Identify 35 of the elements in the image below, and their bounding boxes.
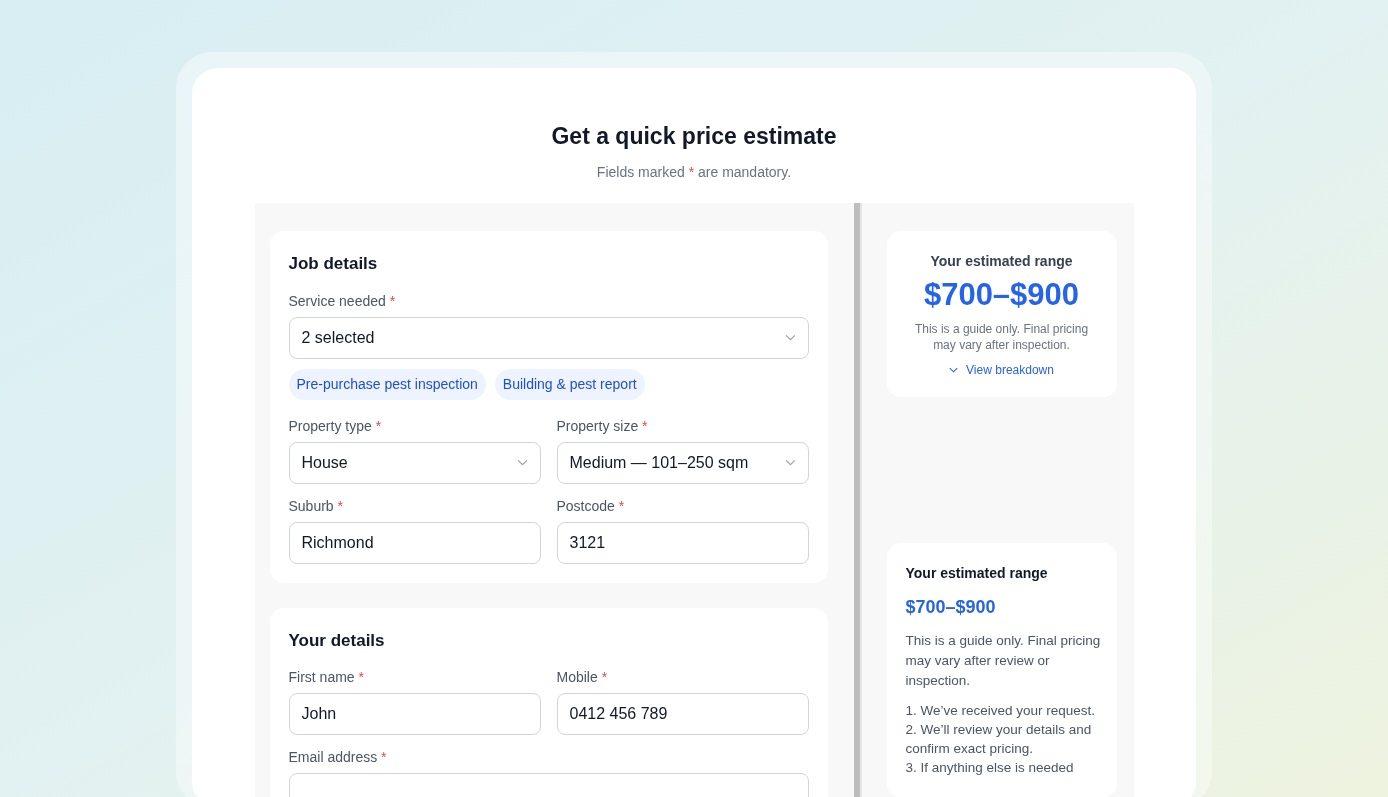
dropdown-field[interactable]: 2 selected bbox=[288, 316, 809, 359]
chevron-down-icon bbox=[784, 459, 796, 466]
step-text: 1. We’ve received your request. bbox=[905, 702, 1097, 720]
card-heading: Your estimated range bbox=[905, 564, 1049, 583]
step-text: 2. We’ll review your details and confirm exact pricing. bbox=[905, 721, 1093, 758]
field-label: Postcode * bbox=[556, 496, 626, 516]
chevron-down-icon bbox=[784, 334, 796, 341]
section-title: Your details bbox=[288, 629, 386, 652]
dropdown-field[interactable]: Medium — 101–250 sqm bbox=[556, 441, 809, 484]
section-title: Job details bbox=[288, 253, 379, 275]
field-label: Suburb * bbox=[288, 496, 344, 516]
field-label: First name * bbox=[288, 668, 365, 687]
subtitle: Fields marked * are mandatory. bbox=[596, 163, 792, 182]
disclaimer-text: This is a guide only. Final pricing may vary after review or inspection. bbox=[905, 632, 1102, 690]
input-field[interactable]: 3121 bbox=[556, 521, 809, 564]
selected-chip[interactable]: Building & pest report bbox=[494, 368, 645, 400]
dropdown-field[interactable]: House bbox=[288, 441, 541, 484]
input-field[interactable]: John bbox=[288, 693, 541, 735]
view-breakdown-link[interactable]: View breakdown bbox=[949, 361, 1054, 379]
field-label: Mobile * bbox=[556, 668, 609, 687]
selected-chip[interactable]: Pre-purchase pest inspection bbox=[288, 368, 486, 400]
field-label: Email address * bbox=[288, 748, 388, 767]
step-text: 3. If anything else is needed bbox=[905, 759, 1075, 777]
page-title: Get a quick price estimate bbox=[551, 122, 837, 151]
field-label: Property size * bbox=[556, 416, 649, 436]
chevron-down-icon bbox=[516, 459, 528, 466]
input-field[interactable]: Richmond bbox=[288, 521, 541, 564]
price-range: $700–$900 bbox=[923, 276, 1080, 314]
price-range: $700–$900 bbox=[905, 596, 997, 619]
disclaimer-text: This is a guide only. Final pricing may vary after inspection. bbox=[913, 321, 1090, 353]
scrollbar[interactable] bbox=[853, 203, 860, 797]
card-heading: Your estimated range bbox=[930, 252, 1073, 271]
input-field[interactable]: 0412 456 789 bbox=[556, 693, 809, 735]
field-label: Property type * bbox=[288, 416, 383, 436]
field-label: Service needed * bbox=[288, 291, 397, 311]
